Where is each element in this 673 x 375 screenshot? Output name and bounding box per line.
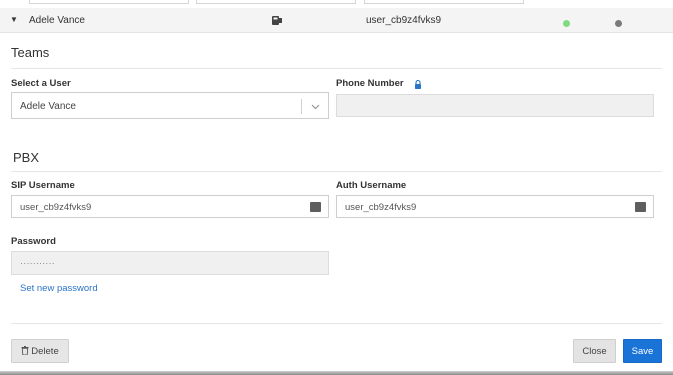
select-user-label: Select a User bbox=[11, 78, 71, 89]
phone-device-icon bbox=[272, 16, 282, 25]
password-label: Password bbox=[11, 236, 56, 247]
sip-username-field[interactable]: user_cb9z4fvks9 bbox=[11, 195, 329, 218]
top-field-3[interactable] bbox=[364, 0, 524, 4]
pbx-divider bbox=[11, 171, 662, 172]
delete-button[interactable]: Delete bbox=[11, 339, 69, 363]
close-button[interactable]: Close bbox=[573, 339, 616, 363]
row-username: user_cb9z4fvks9 bbox=[366, 15, 442, 26]
sip-username-label: SIP Username bbox=[11, 180, 75, 191]
auth-username-value: user_cb9z4fvks9 bbox=[345, 202, 417, 213]
top-field-1[interactable] bbox=[29, 0, 189, 4]
auth-username-field[interactable]: user_cb9z4fvks9 bbox=[336, 195, 654, 218]
footer-divider bbox=[11, 323, 662, 324]
status-online-dot bbox=[563, 20, 570, 27]
set-new-password-link[interactable]: Set new password bbox=[20, 283, 98, 294]
save-button[interactable]: Save bbox=[623, 339, 662, 363]
top-field-2[interactable] bbox=[196, 0, 356, 4]
bottom-edge bbox=[0, 371, 673, 375]
phone-number-label: Phone Number bbox=[336, 78, 404, 89]
row-user-name: Adele Vance bbox=[29, 15, 85, 26]
collapse-caret-icon[interactable]: ▼ bbox=[10, 15, 18, 24]
password-field: ··········· bbox=[11, 251, 329, 275]
select-user-dropdown[interactable]: Adele Vance bbox=[11, 92, 329, 119]
lock-icon bbox=[415, 80, 421, 89]
chevron-down-icon[interactable] bbox=[311, 102, 320, 111]
auth-username-label: Auth Username bbox=[336, 180, 407, 191]
teams-divider bbox=[11, 68, 662, 69]
password-value: ··········· bbox=[20, 258, 55, 269]
phone-number-field bbox=[336, 94, 654, 117]
user-row-header[interactable]: ▼ Adele Vance user_cb9z4fvks9 bbox=[0, 8, 673, 33]
keyboard-icon[interactable] bbox=[310, 202, 321, 212]
pbx-section-title: PBX bbox=[13, 150, 40, 165]
select-separator bbox=[301, 99, 302, 114]
delete-button-label: Delete bbox=[31, 346, 59, 357]
keyboard-icon[interactable] bbox=[635, 202, 646, 212]
sip-username-value: user_cb9z4fvks9 bbox=[20, 202, 92, 213]
status-offline-dot bbox=[615, 20, 622, 27]
teams-section-title: Teams bbox=[11, 45, 50, 60]
top-strip bbox=[0, 0, 673, 8]
select-user-value: Adele Vance bbox=[20, 101, 76, 112]
trash-icon bbox=[21, 346, 29, 355]
